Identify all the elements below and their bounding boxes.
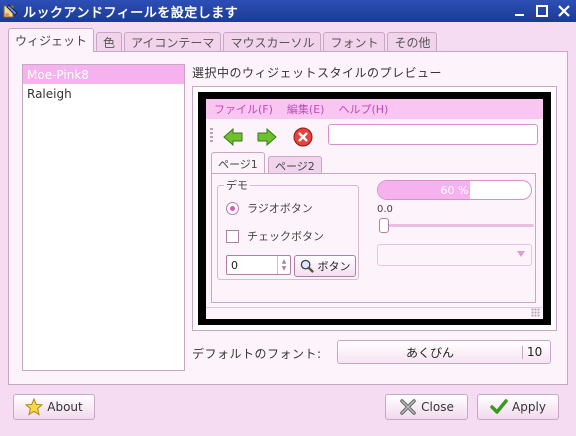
close-button[interactable]: Close — [385, 394, 468, 420]
about-label: About — [47, 400, 83, 414]
close-window-icon[interactable] — [554, 2, 574, 20]
checkmark-icon — [490, 399, 508, 414]
radio-row[interactable]: ラジオボタン — [226, 200, 313, 216]
preview-notebook-page: ラジオボタン チェックボタン 0 ▲ ▼ ボタン デモ 60 % 0.0 — [211, 173, 536, 303]
radio-label: ラジオボタン — [247, 202, 313, 215]
preview-label: 選択中のウィジェットスタイルのプレビュー — [192, 66, 443, 80]
preview-text-entry[interactable] — [328, 124, 538, 145]
preview-tab-page1[interactable]: ページ1 — [211, 152, 265, 174]
preview-button-label: ボタン — [317, 260, 351, 273]
font-separator — [522, 346, 523, 359]
tab-color[interactable]: 色 — [96, 32, 123, 52]
check-button[interactable] — [226, 229, 239, 243]
appearance-app-icon — [3, 3, 19, 19]
list-item-moe-pink8[interactable]: Moe-Pink8 — [23, 65, 184, 84]
check-row[interactable]: チェックボタン — [226, 228, 324, 244]
title-bar: ルックアンドフィールを設定します — [0, 0, 576, 22]
check-label: チェックボタン — [247, 230, 324, 243]
default-font-label: デフォルトのフォント: — [192, 347, 322, 361]
minimize-icon[interactable] — [510, 2, 530, 20]
tab-font[interactable]: フォント — [323, 32, 386, 52]
stop-icon[interactable] — [292, 126, 314, 148]
back-arrow-icon[interactable] — [222, 126, 244, 148]
radio-button[interactable] — [226, 201, 239, 215]
progress-text: 60 % — [440, 183, 469, 197]
settings-tabs: ウィジェット 色 アイコンテーマ マウスカーソル フォント その他 — [8, 28, 439, 52]
preview-menubar: ファイル(F) 編集(E) ヘルプ(H) — [206, 99, 543, 119]
apply-button[interactable]: Apply — [477, 394, 559, 420]
star-icon — [25, 398, 44, 416]
menu-file[interactable]: ファイル(F) — [214, 101, 273, 117]
menu-help[interactable]: ヘルプ(H) — [338, 101, 388, 117]
preview-toolbar — [206, 121, 543, 151]
preview-combo-box[interactable] — [377, 244, 532, 266]
close-label: Close — [421, 400, 454, 414]
about-button[interactable]: About — [13, 394, 95, 420]
window-title: ルックアンドフィールを設定します — [23, 5, 239, 21]
tab-icon-theme[interactable]: アイコンテーマ — [124, 32, 222, 52]
demo-frame: ラジオボタン チェックボタン 0 ▲ ▼ ボタン — [217, 185, 359, 280]
preview-tab-page2[interactable]: ページ2 — [268, 156, 322, 174]
spin-arrows-icon[interactable]: ▲ ▼ — [277, 256, 290, 274]
preview-statusbar — [206, 307, 543, 319]
list-item-raleigh[interactable]: Raleigh — [23, 84, 184, 103]
font-picker-button[interactable]: あくびん 10 — [337, 340, 551, 364]
preview-border: ファイル(F) 編集(E) ヘルプ(H) ページ1 ページ2 ラジオボタン チェ… — [198, 92, 551, 325]
preview-search-button[interactable]: ボタン — [294, 255, 356, 277]
resize-grip-icon[interactable] — [531, 308, 540, 317]
demo-legend: デモ — [224, 177, 250, 193]
tab-widget[interactable]: ウィジェット — [8, 28, 95, 52]
forward-arrow-icon[interactable] — [256, 126, 278, 148]
spin-value: 0 — [231, 258, 238, 272]
progress-bar: 60 % — [377, 180, 532, 200]
tab-other[interactable]: その他 — [387, 32, 438, 52]
preview-frame: ファイル(F) 編集(E) ヘルプ(H) ページ1 ページ2 ラジオボタン チェ… — [192, 86, 557, 331]
spin-button[interactable]: 0 ▲ ▼ — [226, 255, 291, 275]
tab-panel: Moe-Pink8 Raleigh 選択中のウィジェットスタイルのプレビュー フ… — [8, 51, 568, 385]
close-icon — [400, 399, 416, 415]
scale-slider-handle[interactable] — [379, 218, 389, 233]
preview-window: ファイル(F) 編集(E) ヘルプ(H) ページ1 ページ2 ラジオボタン チェ… — [206, 99, 543, 319]
scale-value: 0.0 — [377, 204, 393, 215]
font-name: あくびん — [405, 345, 454, 360]
apply-label: Apply — [512, 400, 546, 414]
theme-list[interactable]: Moe-Pink8 Raleigh — [22, 64, 185, 371]
toolbar-grip[interactable] — [210, 128, 213, 142]
tab-mouse-cursor[interactable]: マウスカーソル — [223, 32, 322, 52]
maximize-icon[interactable] — [532, 2, 552, 20]
magnifier-icon — [300, 259, 314, 273]
menu-edit[interactable]: 編集(E) — [287, 101, 325, 117]
chevron-down-icon[interactable] — [517, 251, 525, 257]
scale-track[interactable] — [384, 224, 534, 227]
font-size: 10 — [527, 345, 543, 359]
